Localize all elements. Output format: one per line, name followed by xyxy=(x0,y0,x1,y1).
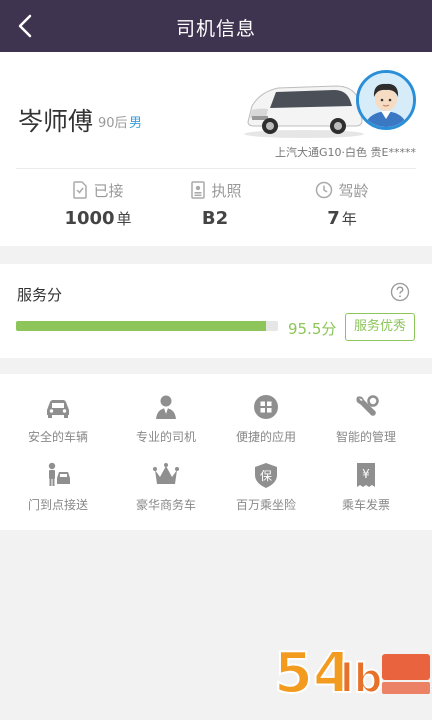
feature-item: 安全的车辆 xyxy=(4,392,112,445)
license-icon xyxy=(191,181,206,199)
invoice-icon: ¥ xyxy=(357,463,375,487)
stat-orders: 已接 1000 单 xyxy=(38,180,158,229)
stat-label: 已接 xyxy=(93,182,124,200)
score-progress-bar xyxy=(16,321,278,331)
service-score-card: 服务分 95.5分 服务优秀 xyxy=(0,264,432,358)
car-image xyxy=(244,85,364,138)
stat-unit: 单 xyxy=(116,210,132,228)
feature-item: 智能的管理 xyxy=(312,392,420,445)
car-plate-info: 上汽大通G10·白色 贵E***** xyxy=(275,146,416,159)
svg-text:¥: ¥ xyxy=(362,467,370,481)
stat-value: 1000 xyxy=(64,208,115,229)
driver-icon xyxy=(156,395,176,419)
stat-value: B2 xyxy=(201,208,229,229)
feature-label: 安全的车辆 xyxy=(27,430,88,444)
score-value: 95.5分 xyxy=(288,320,337,338)
clock-icon xyxy=(316,181,333,199)
order-icon xyxy=(73,181,88,199)
svg-text:lb: lb xyxy=(340,656,382,702)
driver-name: 岑师傅 xyxy=(18,107,94,136)
question-icon[interactable] xyxy=(390,282,410,302)
driver-card: 岑师傅 90后 男 上汽大通G10·白色 贵E***** 已接 1000单 执 xyxy=(0,52,432,246)
feature-label: 豪华商务车 xyxy=(135,498,196,512)
car-icon xyxy=(47,400,69,418)
wrench-icon xyxy=(356,395,379,416)
driver-avatar xyxy=(356,70,416,130)
feature-item: 豪华商务车 xyxy=(112,460,220,513)
feature-label: 专业的司机 xyxy=(135,430,196,444)
stat-unit: 年 xyxy=(341,210,357,228)
score-title: 服务分 xyxy=(17,286,63,304)
stat-label: 执照 xyxy=(211,182,242,200)
stat-license: 执照 B2 xyxy=(156,180,276,229)
feature-label: 门到点接送 xyxy=(27,498,88,512)
divider xyxy=(16,168,416,169)
svg-text:保: 保 xyxy=(260,469,272,483)
feature-item: 便捷的应用 xyxy=(212,392,320,445)
feature-label: 乘车发票 xyxy=(341,498,390,512)
feature-item: 专业的司机 xyxy=(112,392,220,445)
features-grid: 安全的车辆 专业的司机 便捷的应用 智能的管理 门到点接送 豪华商务车 保 百万… xyxy=(0,374,432,530)
stat-label: 驾龄 xyxy=(338,182,369,200)
feature-item: 保 百万乘坐险 xyxy=(212,460,320,513)
apps-icon xyxy=(254,395,278,419)
person-car-icon xyxy=(48,462,70,486)
crown-icon xyxy=(153,463,179,484)
score-progress-fill xyxy=(16,321,267,331)
stat-driving-years: 驾龄 7年 xyxy=(282,180,402,229)
feature-label: 智能的管理 xyxy=(335,430,396,444)
feature-label: 便捷的应用 xyxy=(235,430,296,444)
top-nav-bar: 司机信息 xyxy=(0,0,432,52)
feature-label: 百万乘坐险 xyxy=(235,498,296,512)
feature-item: ¥ 乘车发票 xyxy=(312,460,420,513)
page-title: 司机信息 xyxy=(175,18,256,40)
stat-value: 7 xyxy=(327,208,340,229)
score-level-badge: 服务优秀 xyxy=(345,313,415,341)
driver-age: 90后 xyxy=(98,116,128,131)
driver-gender: 男 xyxy=(129,116,143,131)
feature-item: 门到点接送 xyxy=(4,460,112,513)
shield-icon: 保 xyxy=(255,463,277,488)
watermark-logo: 54 lb xyxy=(273,640,430,707)
